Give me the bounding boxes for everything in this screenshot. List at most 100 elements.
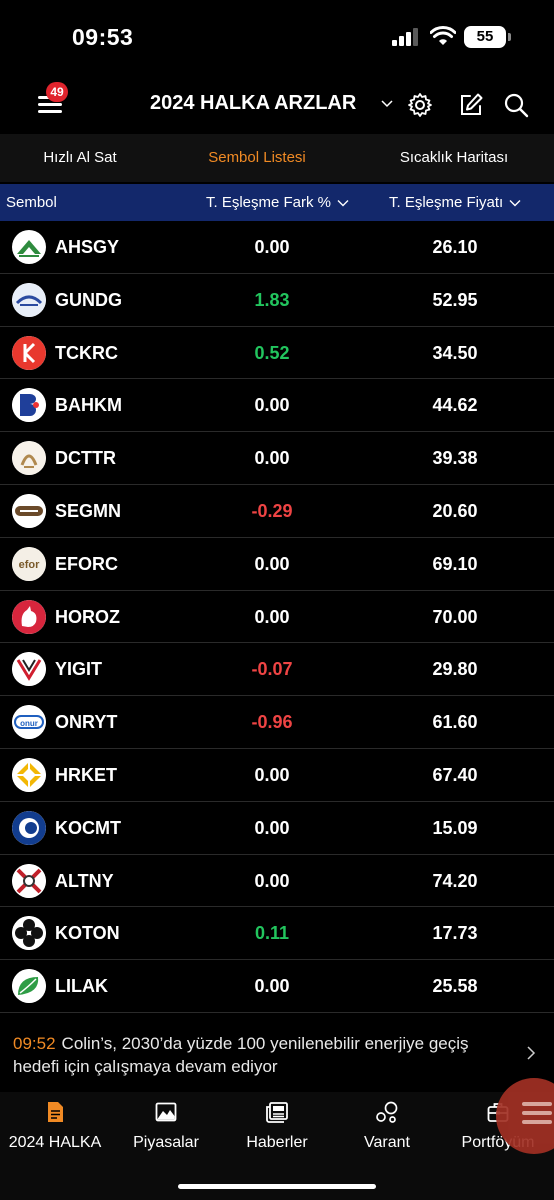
row-diff: 0.00 bbox=[254, 764, 290, 785]
company-logo-icon bbox=[12, 969, 46, 1004]
tab-hizli-al-sat[interactable]: Hızlı Al Sat bbox=[0, 134, 160, 182]
row-symbol: HOROZ bbox=[55, 606, 120, 627]
row-diff: -0.29 bbox=[251, 500, 293, 521]
svg-text:efor: efor bbox=[19, 559, 41, 571]
column-symbol[interactable]: Sembol bbox=[6, 184, 57, 221]
row-diff: -0.07 bbox=[251, 659, 293, 680]
table-header: Sembol T. Eşleşme Fark % T. Eşleşme Fiya… bbox=[0, 184, 554, 221]
column-diff[interactable]: T. Eşleşme Fark % bbox=[206, 184, 349, 221]
row-symbol: ONRYT bbox=[55, 712, 118, 733]
company-logo-icon bbox=[12, 493, 46, 528]
table-row[interactable]: ALTNY 0.00 74.20 bbox=[0, 855, 554, 908]
row-price: 34.50 bbox=[432, 342, 478, 363]
table-row[interactable]: HRKET 0.00 67.40 bbox=[0, 749, 554, 802]
gear-icon[interactable] bbox=[407, 92, 433, 118]
tab-sembol-listesi[interactable]: Sembol Listesi bbox=[172, 134, 342, 182]
table-row[interactable]: KOTON 0.11 17.73 bbox=[0, 907, 554, 961]
row-price: 29.80 bbox=[432, 659, 478, 680]
table-row[interactable]: AHSGY 0.00 26.10 bbox=[0, 221, 554, 274]
row-price: 74.20 bbox=[432, 870, 478, 891]
table-row[interactable]: DCTTR 0.00 39.38 bbox=[0, 432, 554, 485]
row-price: 39.38 bbox=[432, 448, 478, 469]
table-row[interactable]: onur ONRYT -0.96 61.60 bbox=[0, 696, 554, 749]
row-diff: 0.00 bbox=[254, 448, 290, 469]
table-row[interactable]: YIGIT -0.07 29.80 bbox=[0, 643, 554, 697]
row-diff: 0.00 bbox=[254, 606, 290, 627]
company-logo-icon bbox=[12, 652, 46, 687]
news-time: 09:52 bbox=[13, 1034, 56, 1053]
notification-badge: 49 bbox=[46, 82, 68, 102]
column-diff-label: T. Eşleşme Fark % bbox=[206, 194, 332, 211]
company-logo-icon bbox=[12, 863, 46, 898]
status-time: 09:53 bbox=[72, 24, 134, 50]
row-symbol: HRKET bbox=[55, 764, 117, 785]
nav-label: 2024 HALKA bbox=[8, 1134, 102, 1151]
row-symbol: ALTNY bbox=[55, 870, 114, 891]
row-price: 44.62 bbox=[432, 395, 478, 416]
nav-haberler[interactable]: Haberler bbox=[222, 1100, 332, 1152]
company-logo-icon bbox=[12, 810, 46, 845]
nav-varant[interactable]: Varant bbox=[332, 1100, 442, 1152]
newspaper-icon bbox=[266, 1102, 288, 1123]
row-symbol: EFORC bbox=[55, 553, 118, 574]
nav-piyasalar[interactable]: Piyasalar bbox=[111, 1100, 221, 1152]
row-diff: 0.00 bbox=[254, 553, 290, 574]
column-price-label: T. Eşleşme Fiyatı bbox=[389, 194, 504, 211]
table-row[interactable]: HOROZ 0.00 70.00 bbox=[0, 591, 554, 644]
row-symbol: DCTTR bbox=[55, 448, 116, 469]
row-symbol: YIGIT bbox=[55, 659, 103, 680]
row-diff: 0.00 bbox=[254, 976, 290, 997]
tab-sicaklik-haritasi[interactable]: Sıcaklık Haritası bbox=[354, 134, 554, 182]
chart-icon bbox=[155, 1102, 177, 1122]
row-symbol: AHSGY bbox=[55, 237, 120, 257]
row-symbol: GUNDG bbox=[55, 289, 122, 310]
row-price: 67.40 bbox=[432, 764, 478, 785]
row-diff: -0.96 bbox=[251, 712, 293, 733]
company-logo-icon: efor bbox=[12, 546, 46, 581]
page-title[interactable]: 2024 HALKA ARZLAR bbox=[150, 92, 356, 115]
row-price: 25.58 bbox=[432, 976, 478, 997]
row-symbol: SEGMN bbox=[55, 500, 122, 521]
bubbles-icon bbox=[376, 1101, 398, 1123]
battery-icon: 55 bbox=[464, 26, 511, 48]
home-indicator bbox=[178, 1184, 376, 1189]
nav-label: Haberler bbox=[246, 1134, 308, 1151]
table-row[interactable]: KOCMT 0.00 15.09 bbox=[0, 802, 554, 855]
wifi-icon bbox=[430, 26, 456, 45]
table-row[interactable]: SEGMN -0.29 20.60 bbox=[0, 485, 554, 538]
edit-icon[interactable] bbox=[458, 92, 484, 118]
company-logo-icon bbox=[12, 282, 46, 317]
news-ticker[interactable]: 09:52 Colin’s, 2030’da yüzde 100 yenilene… bbox=[0, 1030, 554, 1082]
symbol-list: AHSGY 0.00 26.10 GUNDG 1.83 52.95 TCKRC 0.52 34.… bbox=[0, 221, 554, 1013]
chevron-right-icon[interactable] bbox=[526, 1046, 536, 1060]
table-row[interactable]: efor EFORC 0.00 69.10 bbox=[0, 538, 554, 591]
row-diff: 0.00 bbox=[254, 395, 290, 416]
row-price: 52.95 bbox=[432, 289, 478, 310]
search-icon[interactable] bbox=[503, 92, 529, 118]
nav-2024-halka[interactable]: 2024 HALKA bbox=[0, 1100, 110, 1152]
table-row[interactable]: TCKRC 0.52 34.50 bbox=[0, 327, 554, 380]
status-bar: 09:53 55 bbox=[0, 0, 554, 74]
segment-tabs: Hızlı Al Sat Sembol Listesi Sıcaklık Har… bbox=[0, 134, 554, 182]
row-symbol: KOTON bbox=[55, 923, 120, 944]
row-symbol: KOCMT bbox=[55, 817, 121, 838]
row-diff: 0.00 bbox=[254, 237, 290, 257]
column-price[interactable]: T. Eşleşme Fiyatı bbox=[389, 184, 521, 221]
row-diff: 1.83 bbox=[254, 289, 290, 310]
table-row[interactable]: BAHKM 0.00 44.62 bbox=[0, 379, 554, 433]
company-logo-icon bbox=[12, 441, 46, 476]
nav-label: Piyasalar bbox=[133, 1134, 199, 1151]
company-logo-icon bbox=[12, 599, 46, 634]
cellular-signal-icon bbox=[392, 28, 422, 46]
chevron-down-icon[interactable] bbox=[381, 98, 393, 110]
svg-text:onur: onur bbox=[20, 719, 38, 728]
row-diff: 0.52 bbox=[254, 342, 290, 363]
row-symbol: LILAK bbox=[55, 976, 108, 997]
row-price: 69.10 bbox=[432, 553, 478, 574]
news-headline: Colin’s, 2030’da yüzde 100 yenilenebilir… bbox=[13, 1034, 469, 1076]
table-row[interactable]: LILAK 0.00 25.58 bbox=[0, 960, 554, 1013]
row-symbol: TCKRC bbox=[55, 342, 118, 363]
row-diff: 0.11 bbox=[254, 923, 290, 944]
row-symbol: BAHKM bbox=[55, 395, 122, 416]
table-row[interactable]: GUNDG 1.83 52.95 bbox=[0, 274, 554, 327]
